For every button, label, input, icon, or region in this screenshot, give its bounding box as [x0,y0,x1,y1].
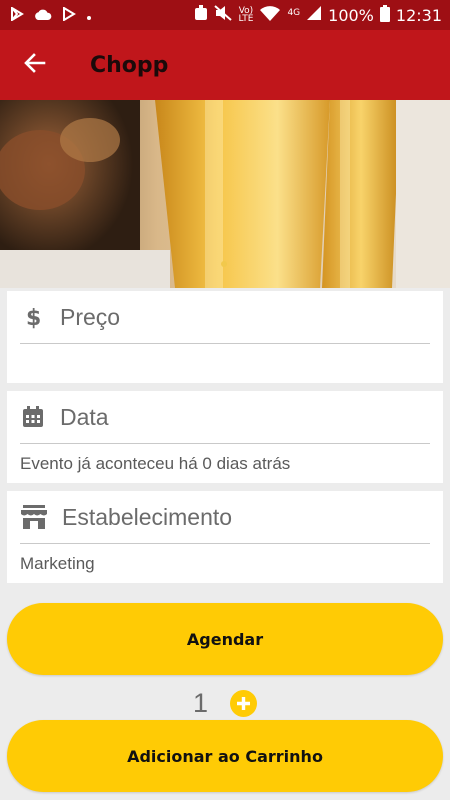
dollar-icon: $ [20,304,46,330]
establishment-header: Estabelecimento [20,491,430,544]
battery-icon [379,4,390,26]
product-image [0,100,450,288]
establishment-label: Estabelecimento [62,503,233,530]
volte-indicator: Vo) LTE [238,7,254,24]
play-store-icon [62,5,76,25]
price-card: $ Preço [7,291,443,383]
price-value [20,344,430,354]
quantity-stepper: 1 [0,686,450,720]
price-header: $ Preço [20,291,430,344]
notification-icon [10,5,24,25]
page-title: Chopp [90,52,169,78]
clock-time: 12:31 [395,5,442,25]
increase-quantity-button[interactable] [230,689,258,717]
calendar-icon [20,406,46,428]
back-button[interactable] [0,30,70,100]
plus-icon [237,696,251,710]
store-icon [20,505,48,529]
wifi-icon [259,5,281,25]
establishment-card: Estabelecimento Marketing [7,491,443,583]
dot-icon [86,6,92,25]
establishment-value: Marketing [20,554,95,573]
app-bar: Chopp [0,30,450,100]
schedule-button[interactable]: Agendar [7,603,443,675]
lte-text: LTE [238,14,254,24]
battery-percent: 100% [328,5,374,25]
price-label: Preço [60,303,121,330]
add-to-cart-button[interactable]: Adicionar ao Carrinho [7,720,443,792]
arrow-left-icon [23,51,47,80]
mute-icon [214,5,233,25]
date-card: Data Evento já aconteceu há 0 dias atrás [7,391,443,483]
network-type: 4G [287,7,301,18]
svg-text:$: $ [26,306,41,330]
date-header: Data [20,391,430,444]
cloud-icon [34,6,52,25]
beer-glasses-photo [0,100,450,288]
date-value: Evento já aconteceu há 0 dias atrás [20,454,291,473]
quantity-value: 1 [192,687,209,718]
signal-icon [306,5,322,25]
alarm-icon [194,5,208,25]
date-label: Data [60,403,109,430]
status-bar: Vo) LTE 4G 100% 12:31 [0,0,450,30]
